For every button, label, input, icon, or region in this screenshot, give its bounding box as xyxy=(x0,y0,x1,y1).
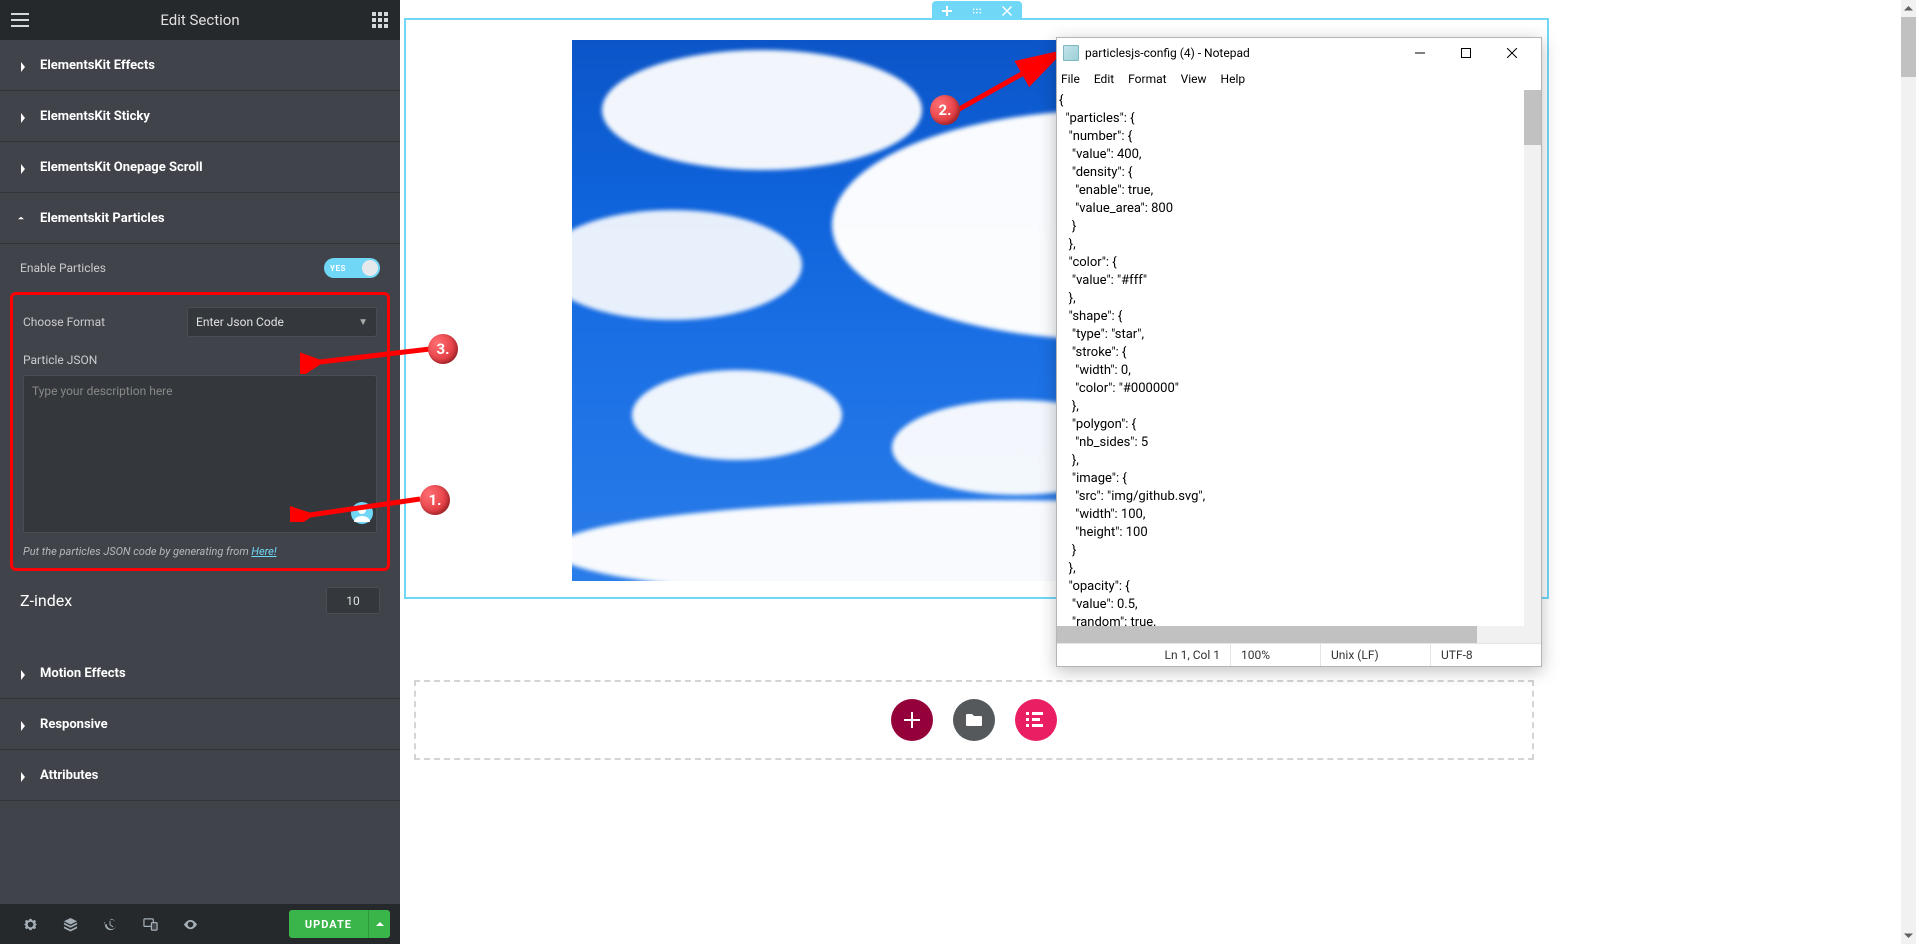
widgets-grid-button[interactable] xyxy=(360,0,400,40)
section-elementskit-effects[interactable]: ElementsKit Effects xyxy=(0,40,400,91)
section-motion-effects[interactable]: Motion Effects xyxy=(0,648,400,699)
navigator-button[interactable] xyxy=(50,904,90,944)
status-cursor-pos: Ln 1, Col 1 xyxy=(1057,644,1231,666)
close-icon xyxy=(1002,6,1012,16)
folder-icon xyxy=(965,713,983,727)
preview-button[interactable] xyxy=(170,904,210,944)
scrollbar-thumb[interactable] xyxy=(1524,90,1541,145)
scrollbar-thumb[interactable] xyxy=(1057,626,1477,643)
particle-json-textarea[interactable] xyxy=(23,375,377,533)
hamburger-icon xyxy=(11,13,29,27)
json-generator-link[interactable]: Here! xyxy=(251,545,276,558)
status-eol: Unix (LF) xyxy=(1321,644,1431,666)
ek-icon xyxy=(1026,712,1046,728)
scrollbar-corner xyxy=(1524,626,1541,643)
menu-format[interactable]: Format xyxy=(1128,72,1166,86)
grip-icon xyxy=(972,6,982,16)
template-library-button[interactable] xyxy=(953,699,995,741)
caret-up-icon xyxy=(376,920,384,928)
notepad-vertical-scrollbar[interactable] xyxy=(1524,90,1541,626)
eye-icon xyxy=(183,917,198,932)
enable-particles-row: Enable Particles YES xyxy=(20,258,380,278)
update-button-group: UPDATE xyxy=(289,910,390,938)
history-icon xyxy=(103,917,118,932)
notepad-titlebar[interactable]: particlesjs-config (4) - Notepad xyxy=(1057,38,1541,68)
responsive-mode-button[interactable] xyxy=(130,904,170,944)
section-responsive[interactable]: Responsive xyxy=(0,699,400,750)
status-encoding: UTF-8 xyxy=(1431,644,1541,666)
z-index-label: Z-index xyxy=(20,591,72,610)
settings-button[interactable] xyxy=(10,904,50,944)
notepad-app-icon xyxy=(1063,45,1079,61)
add-new-section-button[interactable] xyxy=(891,699,933,741)
z-index-input[interactable] xyxy=(326,587,380,614)
grid-icon xyxy=(372,12,388,28)
choose-format-select[interactable]: Enter Json Code ▼ xyxy=(187,307,377,337)
elementskit-templates-button[interactable] xyxy=(1015,699,1057,741)
plus-icon xyxy=(942,6,952,16)
menu-file[interactable]: File xyxy=(1061,72,1080,86)
minimize-icon xyxy=(1415,48,1425,58)
add-new-section-area[interactable] xyxy=(414,680,1534,760)
scroll-down-button[interactable] xyxy=(1901,927,1916,944)
panel-body: ElementsKit Effects ElementsKit Sticky E… xyxy=(0,40,400,904)
status-zoom: 100% xyxy=(1231,644,1321,666)
notepad-horizontal-scrollbar[interactable] xyxy=(1057,626,1524,643)
close-icon xyxy=(1507,48,1517,58)
annotation-marker-1: 1. xyxy=(420,485,450,515)
annotation-marker-2: 2. xyxy=(930,95,960,125)
maximize-button[interactable] xyxy=(1443,38,1489,68)
minimize-button[interactable] xyxy=(1397,38,1443,68)
scrollbar-thumb[interactable] xyxy=(1901,17,1916,77)
panel-footer: UPDATE xyxy=(0,904,400,944)
json-hint: Put the particles JSON code by generatin… xyxy=(23,545,377,558)
assistant-avatar-icon[interactable] xyxy=(351,502,373,524)
delete-section-button[interactable] xyxy=(992,1,1022,20)
notepad-menu: File Edit Format View Help xyxy=(1057,68,1541,90)
menu-help[interactable]: Help xyxy=(1221,72,1246,86)
enable-particles-label: Enable Particles xyxy=(20,261,106,275)
panel-header: Edit Section xyxy=(0,0,400,40)
section-elementskit-onepage-scroll[interactable]: ElementsKit Onepage Scroll xyxy=(0,142,400,193)
elementor-panel: Edit Section ElementsKit Effects Element… xyxy=(0,0,400,944)
particles-controls: Enable Particles YES Choose Format Enter… xyxy=(0,244,400,648)
scroll-up-button[interactable] xyxy=(1901,0,1916,17)
maximize-icon xyxy=(1461,48,1471,58)
chevron-down-icon: ▼ xyxy=(358,317,368,328)
menu-button[interactable] xyxy=(0,0,40,40)
choose-format-label: Choose Format xyxy=(23,315,105,329)
notepad-window: particlesjs-config (4) - Notepad File Ed… xyxy=(1056,37,1542,667)
section-handle xyxy=(932,1,1022,20)
responsive-icon xyxy=(143,917,158,932)
layers-icon xyxy=(63,917,78,932)
highlighted-region: Choose Format Enter Json Code ▼ Particle… xyxy=(10,292,390,571)
update-options-button[interactable] xyxy=(368,910,390,938)
particle-json-label: Particle JSON xyxy=(23,353,377,367)
update-button[interactable]: UPDATE xyxy=(289,910,368,938)
close-button[interactable] xyxy=(1489,38,1535,68)
add-section-button[interactable] xyxy=(932,1,962,20)
notepad-status-bar: Ln 1, Col 1 100% Unix (LF) UTF-8 xyxy=(1057,643,1541,666)
menu-edit[interactable]: Edit xyxy=(1094,72,1114,86)
section-elementskit-sticky[interactable]: ElementsKit Sticky xyxy=(0,91,400,142)
annotation-marker-3: 3. xyxy=(428,334,458,364)
toggle-knob xyxy=(362,260,378,276)
panel-title: Edit Section xyxy=(0,11,400,29)
history-button[interactable] xyxy=(90,904,130,944)
notepad-text[interactable]: { "particles": { "number": { "value": 40… xyxy=(1057,90,1541,634)
gear-icon xyxy=(23,917,38,932)
edit-section-button[interactable] xyxy=(962,1,992,20)
notepad-body[interactable]: { "particles": { "number": { "value": 40… xyxy=(1057,90,1541,643)
section-elementskit-particles[interactable]: Elementskit Particles xyxy=(0,193,400,244)
menu-view[interactable]: View xyxy=(1181,72,1207,86)
enable-particles-toggle[interactable]: YES xyxy=(324,258,380,278)
page-scrollbar[interactable] xyxy=(1901,0,1916,944)
section-attributes[interactable]: Attributes xyxy=(0,750,400,801)
plus-icon xyxy=(904,712,920,728)
